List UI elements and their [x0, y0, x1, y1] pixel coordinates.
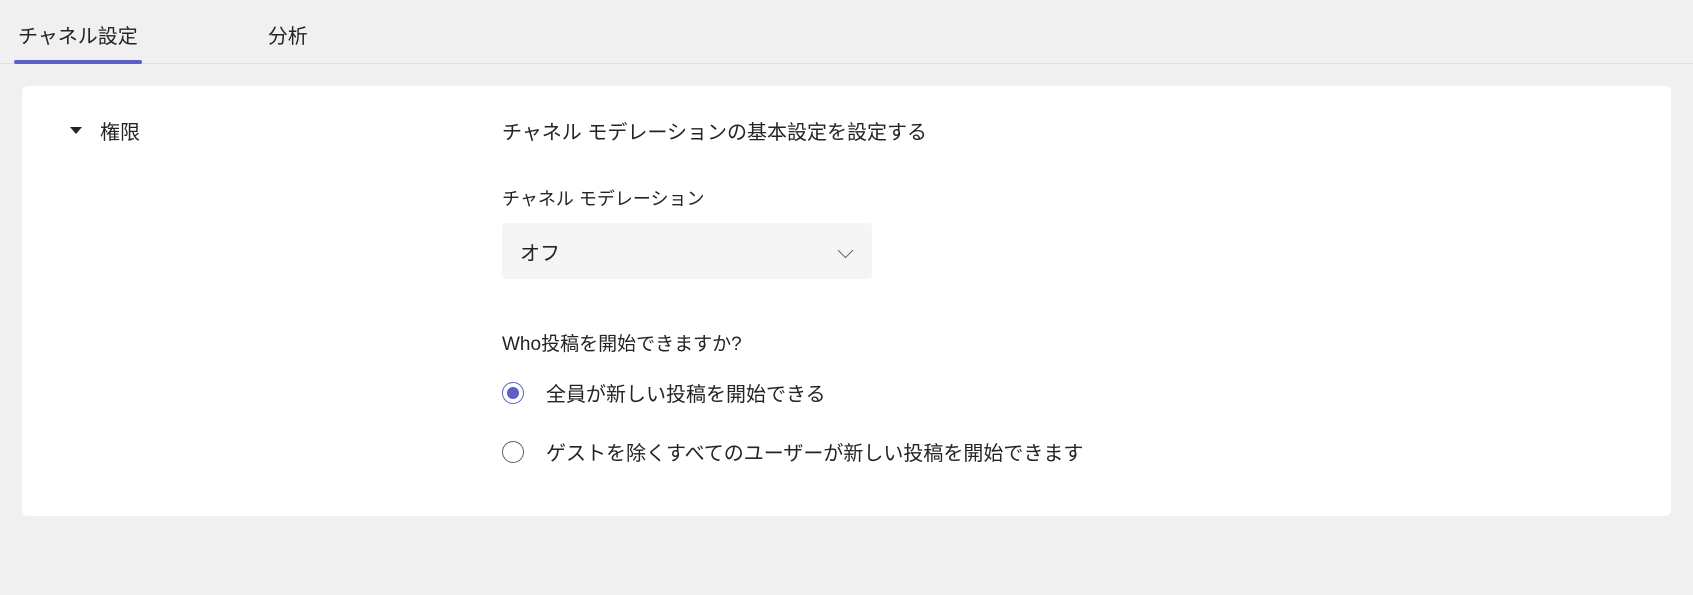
moderation-heading: チャネル モデレーションの基本設定を設定する — [502, 116, 1631, 145]
permissions-content: チャネル モデレーションの基本設定を設定する チャネル モデレーション オフ W… — [502, 116, 1631, 496]
moderation-label: チャネル モデレーション — [502, 185, 1631, 211]
radio-label-everyone: 全員が新しい投稿を開始できる — [546, 378, 826, 407]
who-can-post-question: Who投稿を開始できますか? — [502, 329, 1631, 356]
tab-bar: チャネル設定 分析 — [0, 0, 1693, 64]
moderation-value: オフ — [520, 237, 560, 266]
section-title: 権限 — [100, 116, 140, 145]
radio-icon-selected — [502, 382, 524, 404]
caret-down-icon — [70, 127, 82, 134]
chevron-down-icon — [838, 243, 854, 259]
tab-analytics[interactable]: 分析 — [268, 2, 308, 63]
section-permissions-header[interactable]: 権限 — [62, 116, 502, 145]
radio-option-except-guests[interactable]: ゲストを除くすべてのユーザーが新しい投稿を開始できます — [502, 437, 1631, 466]
tab-channel-settings[interactable]: チャネル設定 — [18, 2, 138, 63]
radio-label-except-guests: ゲストを除くすべてのユーザーが新しい投稿を開始できます — [546, 437, 1083, 466]
moderation-dropdown[interactable]: オフ — [502, 223, 872, 279]
radio-icon — [502, 441, 524, 463]
settings-panel: 権限 チャネル モデレーションの基本設定を設定する チャネル モデレーション オ… — [22, 86, 1671, 516]
radio-option-everyone[interactable]: 全員が新しい投稿を開始できる — [502, 378, 1631, 407]
